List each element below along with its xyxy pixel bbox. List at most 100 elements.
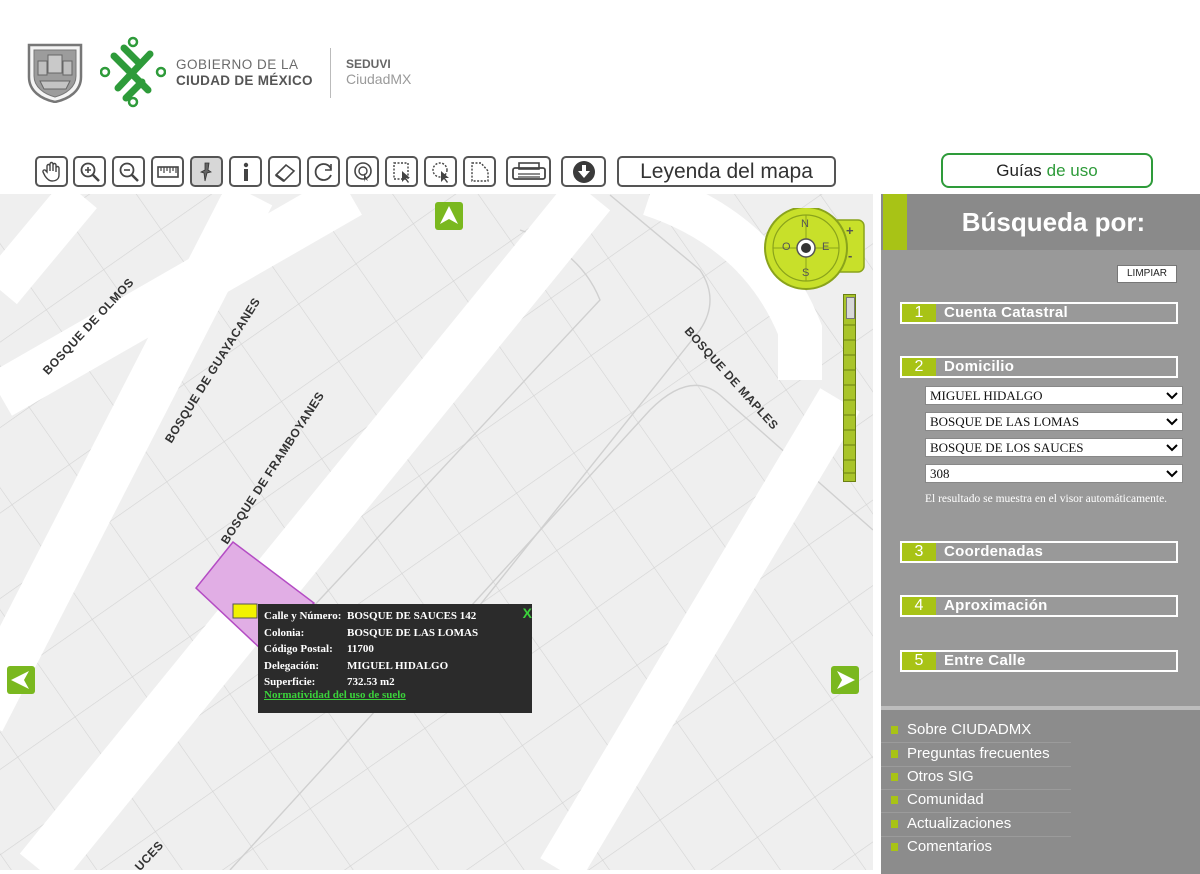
arrow-left-icon xyxy=(11,671,29,689)
bullet-icon xyxy=(891,843,898,851)
pan-west-button[interactable] xyxy=(7,666,35,694)
popup-value: MIGUEL HIDALGO xyxy=(347,660,449,672)
chevron-down-icon xyxy=(1166,444,1178,452)
parcel-info-popup: Calle y Número: BOSQUE DE SAUCES 142 Colo… xyxy=(258,604,532,713)
compass-east[interactable]: E xyxy=(822,241,829,253)
chevron-down-icon xyxy=(1166,418,1178,426)
result-note: El resultado se muestra en el visor auto… xyxy=(925,493,1168,505)
popup-key: Colonia: xyxy=(264,627,305,639)
bullet-icon xyxy=(891,750,898,758)
popup-value: 11700 xyxy=(347,643,374,655)
zoom-in-icon xyxy=(80,162,100,182)
map-basemap xyxy=(0,194,873,870)
link-community[interactable]: Comunidad xyxy=(891,789,984,811)
guides-label-a: Guías xyxy=(996,160,1042,180)
gov-line-1: GOBIERNO DE LA xyxy=(176,57,299,72)
pan-north-button[interactable] xyxy=(435,202,463,230)
info-icon xyxy=(243,162,248,181)
pin-icon xyxy=(199,162,212,181)
zoom-out-button[interactable] xyxy=(112,156,145,187)
pan-east-button[interactable] xyxy=(831,666,859,694)
panel-header: Búsqueda por: xyxy=(881,194,1200,250)
header-divider xyxy=(330,48,331,98)
select-polygon-button[interactable] xyxy=(463,156,496,187)
select-value: BOSQUE DE LAS LOMAS xyxy=(930,414,1080,429)
section-label: Entre Calle xyxy=(944,652,1026,669)
link-updates[interactable]: Actualizaciones xyxy=(891,813,1012,835)
identify-point-button[interactable] xyxy=(190,156,223,187)
bullet-icon xyxy=(891,726,898,734)
zoom-slider[interactable] xyxy=(843,294,856,482)
section-label: Aproximación xyxy=(944,597,1048,614)
number-select[interactable]: 308 xyxy=(925,464,1183,483)
panel-title: Búsqueda por: xyxy=(961,207,1146,237)
chevron-down-icon xyxy=(1166,392,1178,400)
clear-button[interactable]: LIMPIAR xyxy=(1117,265,1177,283)
locate-button[interactable] xyxy=(346,156,379,187)
cdmx-logo xyxy=(100,36,166,108)
popup-row: Delegación: MIGUEL HIDALGO xyxy=(264,658,448,674)
popup-key: Código Postal: xyxy=(264,643,333,655)
popup-row: Calle y Número: BOSQUE DE SAUCES 142 xyxy=(264,608,476,624)
link-faq[interactable]: Preguntas frecuentes xyxy=(891,743,1050,765)
coat-of-arms-logo xyxy=(27,43,83,103)
compass-west[interactable]: O xyxy=(782,241,791,253)
compass-south[interactable]: S xyxy=(802,267,809,279)
refresh-button[interactable] xyxy=(307,156,340,187)
section-between-streets[interactable]: 5 Entre Calle xyxy=(900,650,1178,672)
download-button[interactable] xyxy=(561,156,606,187)
arrow-right-icon xyxy=(837,671,855,689)
user-guides-button[interactable]: Guías de uso xyxy=(941,153,1153,188)
compass-north[interactable]: N xyxy=(801,218,809,230)
print-icon xyxy=(511,161,546,180)
compass-icon xyxy=(764,208,865,290)
link-label: Comentarios xyxy=(907,838,993,855)
popup-close-button[interactable]: X xyxy=(523,605,532,621)
link-about[interactable]: Sobre CIUDADMX xyxy=(891,719,1032,741)
select-value: MIGUEL HIDALGO xyxy=(930,388,1043,403)
section-cadastral-account[interactable]: 1 Cuenta Catastral xyxy=(900,302,1178,324)
popup-value: BOSQUE DE LAS LOMAS xyxy=(347,627,479,639)
measure-button[interactable] xyxy=(151,156,184,187)
link-other-gis[interactable]: Otros SIG xyxy=(891,766,974,788)
compass-zoom-in[interactable]: + xyxy=(846,223,854,238)
map-legend-button[interactable]: Leyenda del mapa xyxy=(617,156,836,187)
neighborhood-select[interactable]: BOSQUE DE LAS LOMAS xyxy=(925,412,1183,431)
select-lasso-button[interactable] xyxy=(424,156,457,187)
print-button[interactable] xyxy=(506,156,551,187)
map-viewer[interactable]: BOSQUE DE OLMOS BOSQUE DE GUAYACANES BOS… xyxy=(0,194,873,870)
zoom-out-icon xyxy=(119,162,139,182)
section-coordinates[interactable]: 3 Coordenadas xyxy=(900,541,1178,563)
land-use-regulation-link[interactable]: Normatividad del uso de suelo xyxy=(264,689,406,701)
link-label: Sobre CIUDADMX xyxy=(907,721,1032,738)
section-address[interactable]: 2 Domicilio xyxy=(900,356,1178,378)
panel-header-accent xyxy=(883,194,907,250)
info-button[interactable] xyxy=(229,156,262,187)
compass-control[interactable]: N S E O + - xyxy=(764,208,868,290)
municipality-select[interactable]: MIGUEL HIDALGO xyxy=(925,386,1183,405)
popup-key: Delegación: xyxy=(264,660,319,672)
select-rectangle-button[interactable] xyxy=(385,156,418,187)
section-approximation[interactable]: 4 Aproximación xyxy=(900,595,1178,617)
zoom-slider-ticks xyxy=(844,324,855,474)
popup-key: Calle y Número: xyxy=(264,610,342,622)
link-label: Actualizaciones xyxy=(907,815,1012,832)
select-rect-icon xyxy=(392,161,410,183)
pan-tool-button[interactable] xyxy=(35,156,68,187)
agency-title: SEDUVI xyxy=(346,57,391,71)
compass-zoom-out[interactable]: - xyxy=(848,248,852,263)
zoom-in-button[interactable] xyxy=(73,156,106,187)
section-number: 3 xyxy=(902,543,936,561)
link-comments[interactable]: Comentarios xyxy=(891,836,993,858)
erase-button[interactable] xyxy=(268,156,301,187)
download-icon xyxy=(572,160,595,183)
chevron-down-icon xyxy=(1166,470,1178,478)
agency-subtitle: CiudadMX xyxy=(346,71,412,87)
bullet-icon xyxy=(891,773,898,781)
section-label: Cuenta Catastral xyxy=(944,304,1069,321)
street-select[interactable]: BOSQUE DE LOS SAUCES xyxy=(925,438,1183,457)
agency-name: SEDUVI CiudadMX xyxy=(346,57,411,87)
select-value: BOSQUE DE LOS SAUCES xyxy=(930,440,1084,455)
popup-row: Colonia: BOSQUE DE LAS LOMAS xyxy=(264,625,478,641)
popup-value: BOSQUE DE SAUCES 142 xyxy=(347,610,477,622)
